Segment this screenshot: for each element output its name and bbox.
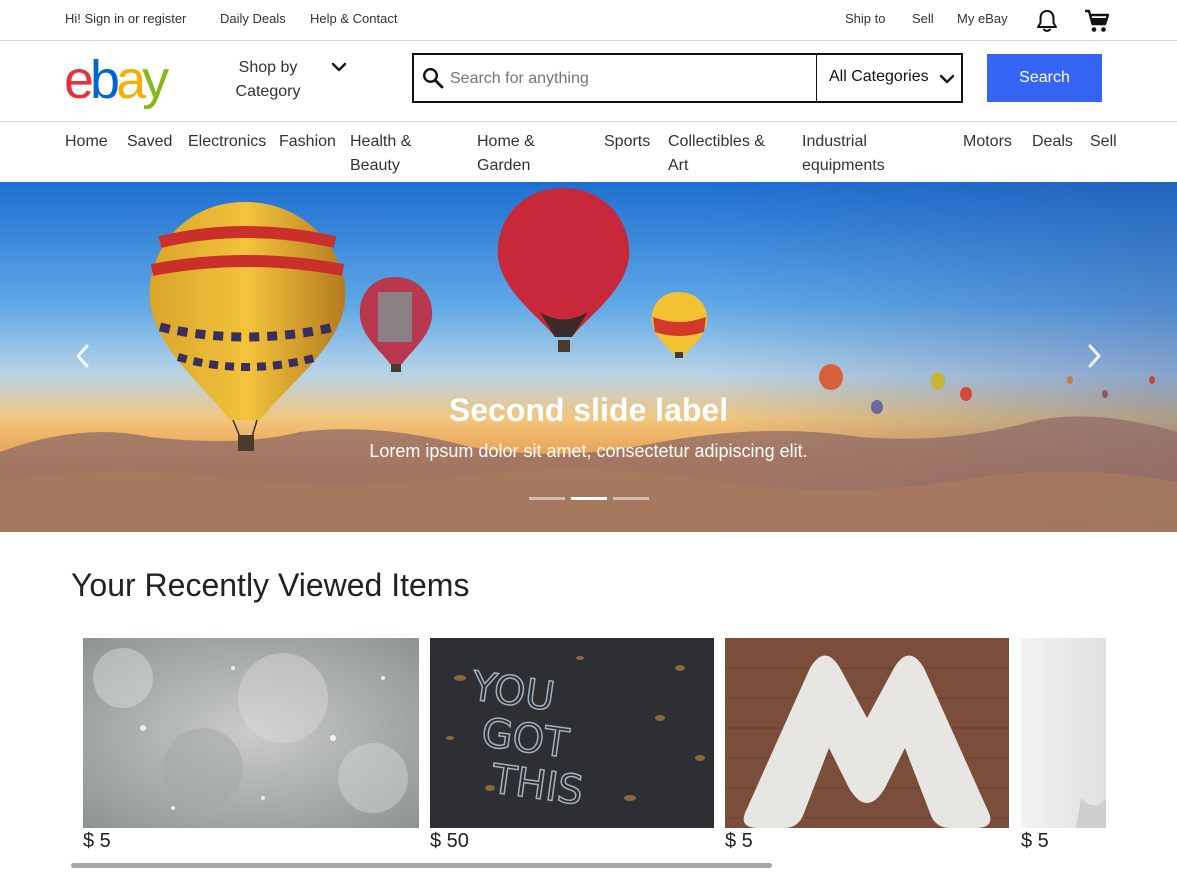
- nav-home[interactable]: Home: [65, 130, 108, 154]
- nav-electronics[interactable]: Electronics: [188, 130, 266, 154]
- nav-motors[interactable]: Motors: [963, 130, 1012, 154]
- search-icon: [422, 67, 444, 89]
- product-image[interactable]: YOU GOT THIS: [430, 638, 714, 828]
- daily-deals-link[interactable]: Daily Deals: [220, 11, 286, 26]
- nav-health-beauty[interactable]: Health & Beauty: [350, 130, 445, 178]
- sell-link[interactable]: Sell: [912, 11, 934, 26]
- nav-collectibles-art[interactable]: Collectibles & Art: [668, 130, 788, 178]
- nav-sell[interactable]: Sell: [1090, 130, 1117, 154]
- carousel-title: Second slide label: [448, 392, 729, 428]
- product-price: $ 5: [83, 830, 111, 852]
- carousel-indicator-3[interactable]: [613, 497, 649, 500]
- chevron-down-icon: [939, 74, 955, 84]
- carousel-slide-image: [0, 182, 1177, 532]
- nav-saved[interactable]: Saved: [127, 130, 172, 154]
- top-bar: Hi! Sign in or register Daily Deals Help…: [0, 0, 1177, 41]
- product-price: $ 5: [1021, 830, 1049, 852]
- carousel-prev-icon[interactable]: [72, 343, 94, 369]
- product-image[interactable]: [1021, 638, 1106, 828]
- carousel-indicator-1[interactable]: [529, 497, 565, 500]
- product-price: $ 50: [430, 830, 469, 852]
- carousel-next-icon[interactable]: [1083, 343, 1105, 369]
- search-button[interactable]: Search: [987, 54, 1102, 102]
- nav-home-garden[interactable]: Home & Garden: [477, 130, 567, 178]
- nav-deals[interactable]: Deals: [1032, 130, 1073, 154]
- ebay-logo[interactable]: ebay: [64, 54, 204, 112]
- nav-industrial-equipments[interactable]: Industrial equipments: [802, 130, 922, 178]
- my-ebay-link[interactable]: My eBay: [957, 11, 1008, 26]
- shop-by-category-button[interactable]: Shop by Category: [232, 56, 304, 104]
- recently-viewed-title: Your Recently Viewed Items: [71, 567, 470, 603]
- category-select-label: All Categories: [829, 68, 929, 85]
- svg-text:ebay: ebay: [64, 54, 169, 110]
- carousel-caption: Lorem ipsum dolor sit amet, consectetur …: [369, 441, 808, 461]
- help-contact-link[interactable]: Help & Contact: [310, 11, 397, 26]
- carousel-indicator-2[interactable]: [571, 497, 607, 500]
- hero-carousel: [0, 182, 1177, 532]
- header-divider: [0, 121, 1177, 122]
- nav-fashion[interactable]: Fashion: [279, 130, 336, 154]
- search-bar: All Categories: [412, 53, 963, 103]
- product-image[interactable]: [83, 638, 419, 828]
- cart-icon[interactable]: [1084, 8, 1110, 34]
- horizontal-scrollbar[interactable]: [71, 863, 772, 868]
- product-price: $ 5: [725, 830, 753, 852]
- category-select[interactable]: All Categories: [816, 55, 963, 101]
- ship-to-link[interactable]: Ship to: [845, 11, 885, 26]
- nav-sports[interactable]: Sports: [604, 130, 650, 154]
- chevron-down-icon[interactable]: [330, 60, 348, 76]
- sign-in-link[interactable]: Hi! Sign in or register: [65, 11, 186, 26]
- search-input[interactable]: [450, 65, 810, 93]
- bell-icon[interactable]: [1036, 9, 1058, 33]
- product-image[interactable]: [725, 638, 1009, 828]
